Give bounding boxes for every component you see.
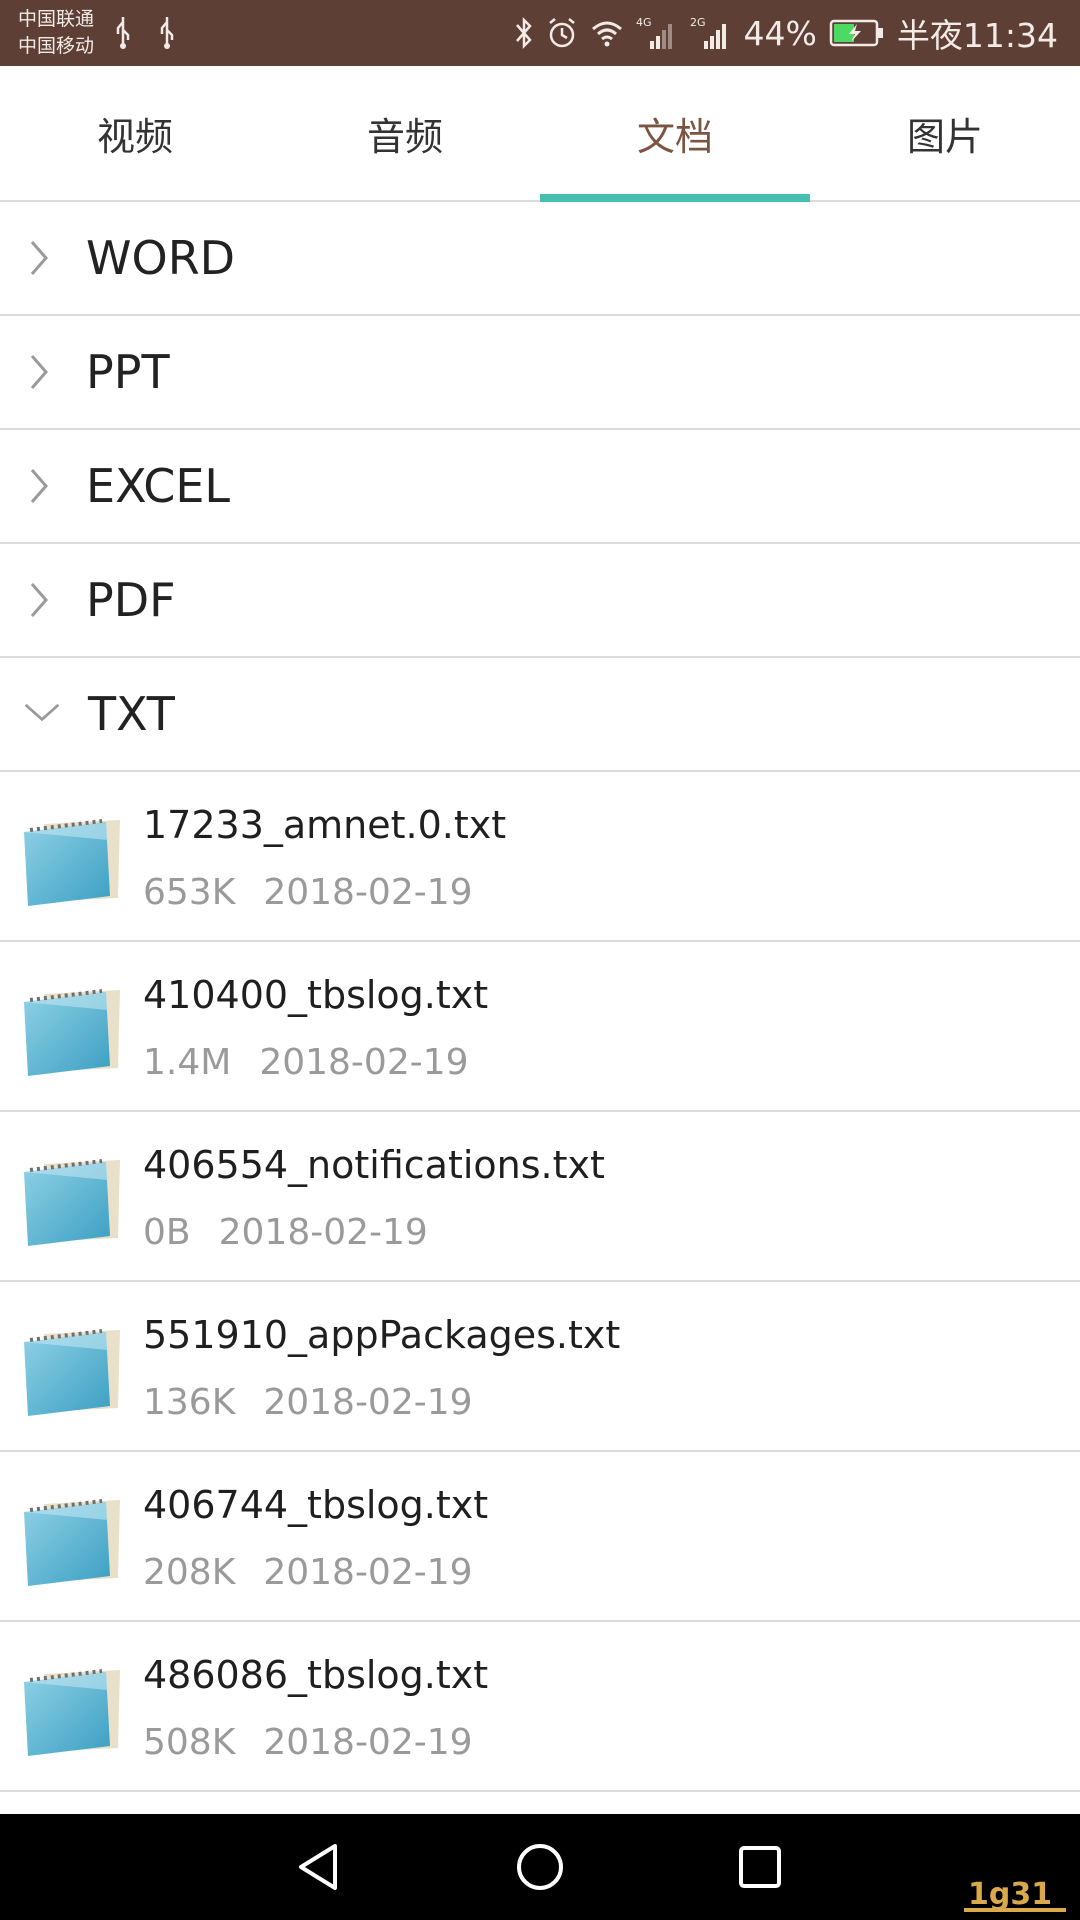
file-size: 208K [143,1552,236,1593]
clock: 半夜11:34 [896,16,1058,55]
file-size: 653K [143,872,236,913]
recents-button[interactable] [700,1814,820,1920]
bluetooth-icon [515,16,532,50]
notepad-icon [24,1499,120,1586]
file-name: 486086_tbslog.txt [143,1653,489,1697]
file-name: 551910_appPackages.txt [143,1313,621,1357]
file-row[interactable]: 486086_tbslog.txt 508K 2018-02-19 [0,1622,1080,1792]
battery-percent: 44% [743,13,817,53]
watermark-logo: 1g31 [964,1877,1066,1912]
battery-icon [829,19,883,47]
file-size: 1.4M [143,1042,232,1083]
status-bar: 中国联通 中国移动 4G 2G 44% 半夜11:34 [0,0,1080,66]
category-label: PDF [86,573,176,627]
category-word[interactable]: WORD [0,202,1080,316]
chevron-right-icon [30,355,48,389]
file-name: 406744_tbslog.txt [143,1483,489,1527]
file-date: 2018-02-19 [218,1212,428,1253]
tab-images[interactable]: 图片 [810,66,1080,200]
file-date: 2018-02-19 [263,1382,473,1423]
tab-documents[interactable]: 文档 [540,66,810,202]
file-date: 2018-02-19 [263,1722,473,1763]
chevron-right-icon [30,241,48,275]
alarm-icon [548,18,575,48]
category-excel[interactable]: EXCEL [0,430,1080,544]
file-size: 0B [143,1212,191,1253]
file-row[interactable]: 551910_appPackages.txt 136K 2018-02-19 [0,1282,1080,1452]
category-tabs: 视频 音频 文档 图片 [0,66,1080,202]
file-date: 2018-02-19 [259,1042,469,1083]
carrier-1: 中国联通 [18,8,95,30]
file-meta: 1.4M 2018-02-19 [143,1040,469,1086]
signal-2g-icon: 2G [690,16,726,49]
file-date: 2018-02-19 [263,872,473,913]
carrier-labels: 中国联通 中国移动 [18,6,94,60]
file-name: 406554_notifications.txt [143,1143,605,1187]
file-meta: 508K 2018-02-19 [143,1720,473,1766]
back-button[interactable] [260,1814,380,1920]
notepad-icon [24,1329,120,1416]
file-row[interactable]: 406554_notifications.txt 0B 2018-02-19 [0,1112,1080,1282]
file-date: 2018-02-19 [263,1552,473,1593]
category-label: TXT [88,687,175,741]
file-meta: 136K 2018-02-19 [143,1380,473,1426]
notepad-icon [24,989,120,1076]
chevron-right-icon [30,583,48,617]
file-name: 410400_tbslog.txt [143,973,489,1017]
file-name: 17233_amnet.0.txt [143,803,507,847]
tab-video[interactable]: 视频 [0,66,270,200]
file-meta: 0B 2018-02-19 [143,1210,428,1256]
notepad-icon [24,1159,120,1246]
signal-4g-icon: 4G [636,16,672,49]
tab-audio[interactable]: 音频 [270,66,540,200]
file-meta: 653K 2018-02-19 [143,870,473,916]
usb-icon [160,17,174,49]
chevron-down-icon [24,703,60,722]
document-list: WORD PPT EXCEL PDF TXT 17233_amnet.0.txt… [0,202,1080,1792]
file-row[interactable]: 406744_tbslog.txt 208K 2018-02-19 [0,1452,1080,1622]
file-size: 508K [143,1722,236,1763]
carrier-2: 中国移动 [18,35,95,57]
file-row[interactable]: 17233_amnet.0.txt 653K 2018-02-19 [0,772,1080,942]
navigation-bar: 1g31 [0,1814,1080,1920]
chevron-right-icon [30,469,48,503]
home-button[interactable] [480,1814,600,1920]
network-2-label: 2G [690,16,706,29]
file-row[interactable]: 410400_tbslog.txt 1.4M 2018-02-19 [0,942,1080,1112]
usb-icon [116,17,130,49]
back-icon [299,1844,337,1890]
category-txt[interactable]: TXT [0,658,1080,772]
recents-icon [739,1846,781,1888]
svg-text:1g31: 1g31 [968,1877,1052,1912]
category-label: EXCEL [86,459,231,513]
file-size: 136K [143,1382,236,1423]
notepad-icon [24,1669,120,1756]
category-ppt[interactable]: PPT [0,316,1080,430]
category-label: PPT [86,345,170,399]
file-meta: 208K 2018-02-19 [143,1550,473,1596]
home-icon [517,1844,563,1890]
category-pdf[interactable]: PDF [0,544,1080,658]
wifi-icon [591,21,622,47]
network-1-label: 4G [636,16,652,29]
notepad-icon [24,819,120,906]
category-label: WORD [86,231,236,285]
status-indicators: 4G 2G 44% 半夜11:34 [514,0,1058,66]
